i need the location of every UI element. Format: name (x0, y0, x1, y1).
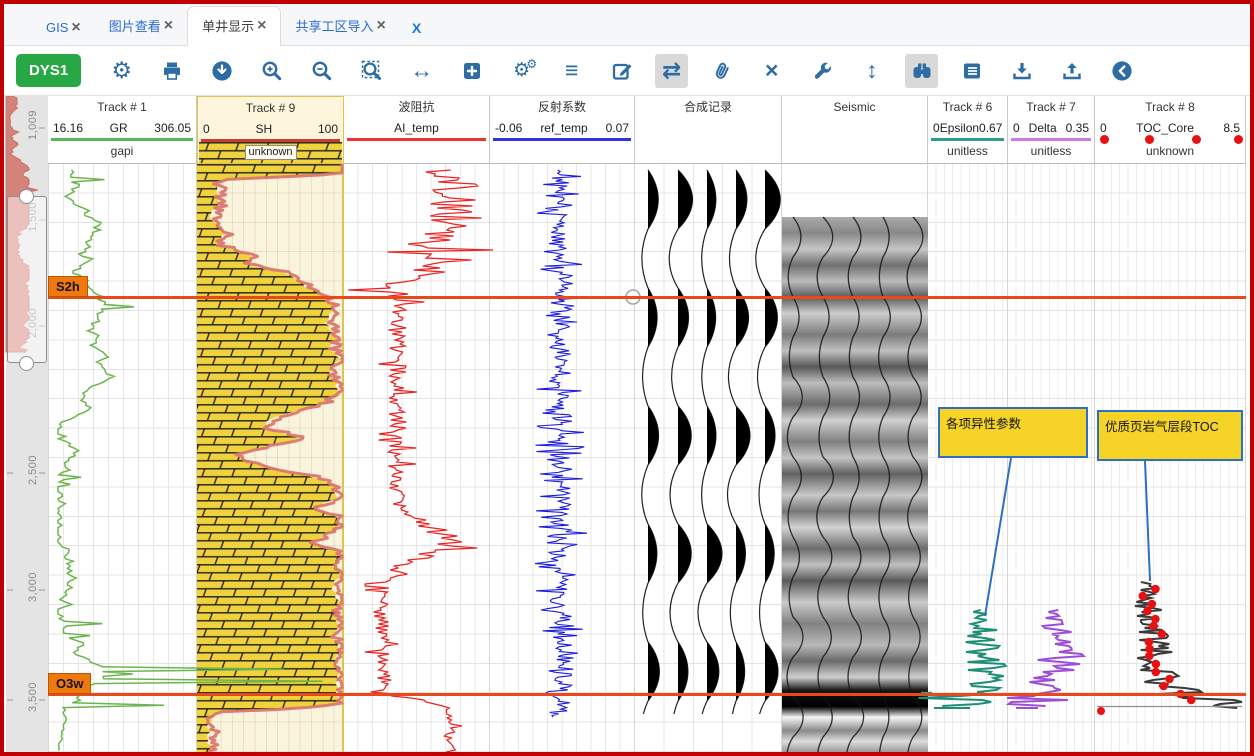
annotation-toc[interactable]: 优质页岩气层段TOC (1097, 410, 1243, 461)
close-icon[interactable]: × (755, 54, 788, 88)
fit-width-icon[interactable]: ↔ (405, 54, 438, 88)
curve-name: Epsilon (940, 121, 979, 135)
horizon-badge-s2h[interactable]: S2h (48, 276, 88, 297)
unit-label: unknown (244, 145, 296, 160)
scale-min: -0.06 (495, 121, 522, 135)
track-body-ai[interactable] (344, 164, 490, 752)
track-body-seismic[interactable] (782, 164, 928, 752)
tab-image-viewer[interactable]: 图片查看 × (95, 7, 187, 45)
menu-icon[interactable]: ≡ (555, 54, 588, 88)
edit-icon[interactable] (605, 54, 638, 88)
download-circle-icon[interactable] (205, 54, 238, 88)
scale-max: 0.35 (1066, 121, 1089, 135)
track-body-epsilon[interactable] (928, 164, 1008, 752)
track-header-ai[interactable]: 波阻抗 AI_temp (344, 96, 490, 164)
curve-name: ref_temp (522, 121, 605, 135)
tab-label: GIS (46, 20, 68, 35)
tab-close-icon[interactable]: × (164, 20, 173, 32)
zoom-out-icon[interactable] (305, 54, 338, 88)
tab-single-well-display[interactable]: 单井显示 × (187, 6, 281, 46)
track-body-ref[interactable] (490, 164, 635, 752)
tab-label: 图片查看 (109, 16, 161, 35)
depth-label: 1,009 (27, 107, 39, 143)
unit-label: gapi (48, 141, 196, 161)
track-header-synthetic[interactable]: 合成记录 (635, 96, 782, 164)
back-icon[interactable] (1105, 54, 1138, 88)
lithology-legend: unknown (199, 142, 342, 163)
tab-close-icon[interactable]: × (71, 22, 80, 34)
add-track-icon[interactable] (455, 54, 488, 88)
scale-min: 0 (1100, 121, 1107, 135)
horizon-line-o3w[interactable] (48, 693, 1246, 696)
curve-name: GR (83, 121, 154, 135)
scale-min: 16.16 (53, 121, 83, 135)
unit-label: unknown (1095, 141, 1245, 161)
zoom-in-icon[interactable] (255, 54, 288, 88)
horizon-line-s2h[interactable] (48, 296, 1246, 299)
export-icon[interactable] (1055, 54, 1088, 88)
slider-top-handle[interactable] (19, 189, 34, 204)
zoom-region-icon[interactable] (355, 54, 388, 88)
tab-close-icon[interactable]: × (376, 20, 385, 32)
settings-icon[interactable]: ⚙ (105, 54, 138, 88)
track-header-t8[interactable]: Track # 8 0TOC_Core8.5 unknown (1095, 96, 1246, 164)
scale-min: 0 (933, 121, 940, 135)
scale-max: 0.67 (979, 121, 1002, 135)
well-selector-button[interactable]: DYS1 (16, 54, 81, 87)
track-body-sh[interactable] (197, 164, 344, 752)
track-header-t1[interactable]: Track # 1 16.16GR306.05 gapi (48, 96, 197, 164)
tab-overflow-x[interactable]: X (400, 11, 433, 45)
unit-label: unitless (928, 141, 1007, 161)
track-header-t6[interactable]: Track # 6 0Epsilon0.67 unitless (928, 96, 1008, 164)
curve-name: AI_temp (349, 121, 484, 135)
unit-label: unitless (1008, 141, 1094, 161)
track-body-gr[interactable] (48, 164, 197, 752)
scale-min: 0 (203, 122, 210, 136)
app-window: GIS × 图片查看 × 单井显示 × 共享工区导入 × X DYS1 ⚙ ↔ … (0, 0, 1254, 756)
track-header-seismic[interactable]: Seismic (782, 96, 928, 164)
tab-label: 共享工区导入 (295, 16, 373, 35)
depth-label: 3,000 (27, 569, 39, 605)
fit-height-icon[interactable]: ↕ (855, 54, 888, 88)
curve-name: TOC_Core (1107, 121, 1224, 135)
tab-shared-workspace-import[interactable]: 共享工区导入 × (281, 7, 399, 45)
curve-marker-style (1097, 138, 1243, 141)
track-header-ref[interactable]: 反射系数 -0.06ref_temp0.07 (490, 96, 635, 164)
import-icon[interactable] (1005, 54, 1038, 88)
track-body-delta[interactable] (1008, 164, 1095, 752)
tab-gis[interactable]: GIS × (32, 11, 95, 45)
track-header-row: Track # 1 16.16GR306.05 gapi Track # 9 0… (4, 96, 1250, 164)
scale-max: 306.05 (154, 121, 191, 135)
horizon-badge-o3w[interactable]: O3w (48, 673, 91, 694)
curve-name: SH (210, 122, 318, 136)
slider-bottom-handle[interactable] (19, 356, 34, 371)
list-icon[interactable] (955, 54, 988, 88)
tools-icon[interactable] (805, 54, 838, 88)
scale-max: 0.07 (606, 121, 629, 135)
print-icon[interactable] (155, 54, 188, 88)
search-binoculars-icon[interactable] (905, 54, 938, 88)
swap-tracks-icon[interactable]: ⇄ (655, 54, 688, 88)
track-header-t9[interactable]: Track # 9 0SH100 unknown (197, 96, 344, 164)
depth-range-slider[interactable] (7, 196, 47, 363)
tab-close-icon[interactable]: × (257, 20, 266, 32)
toolbar: DYS1 ⚙ ↔ ⚙⚙ ≡ ⇄ × ↕ (4, 46, 1250, 96)
tab-bar: GIS × 图片查看 × 单井显示 × 共享工区导入 × X (4, 4, 1250, 46)
advanced-settings-icon[interactable]: ⚙⚙ (505, 54, 538, 88)
attach-icon[interactable] (705, 54, 738, 88)
content-area: GIS × 图片查看 × 单井显示 × 共享工区导入 × X DYS1 ⚙ ↔ … (4, 4, 1250, 752)
annotation-anisotropy[interactable]: 各项异性参数 (938, 407, 1088, 458)
track-body-synthetic[interactable] (635, 164, 782, 752)
tab-label: 单井显示 (202, 16, 254, 35)
depth-label: 2,500 (27, 452, 39, 488)
track-header-t7[interactable]: Track # 7 0Delta0.35 unitless (1008, 96, 1095, 164)
scale-max: 100 (318, 122, 338, 136)
curve-name: Delta (1020, 121, 1066, 135)
scale-min: 0 (1013, 121, 1020, 135)
scale-max: 8.5 (1223, 121, 1240, 135)
depth-label: 3,500 (27, 679, 39, 715)
